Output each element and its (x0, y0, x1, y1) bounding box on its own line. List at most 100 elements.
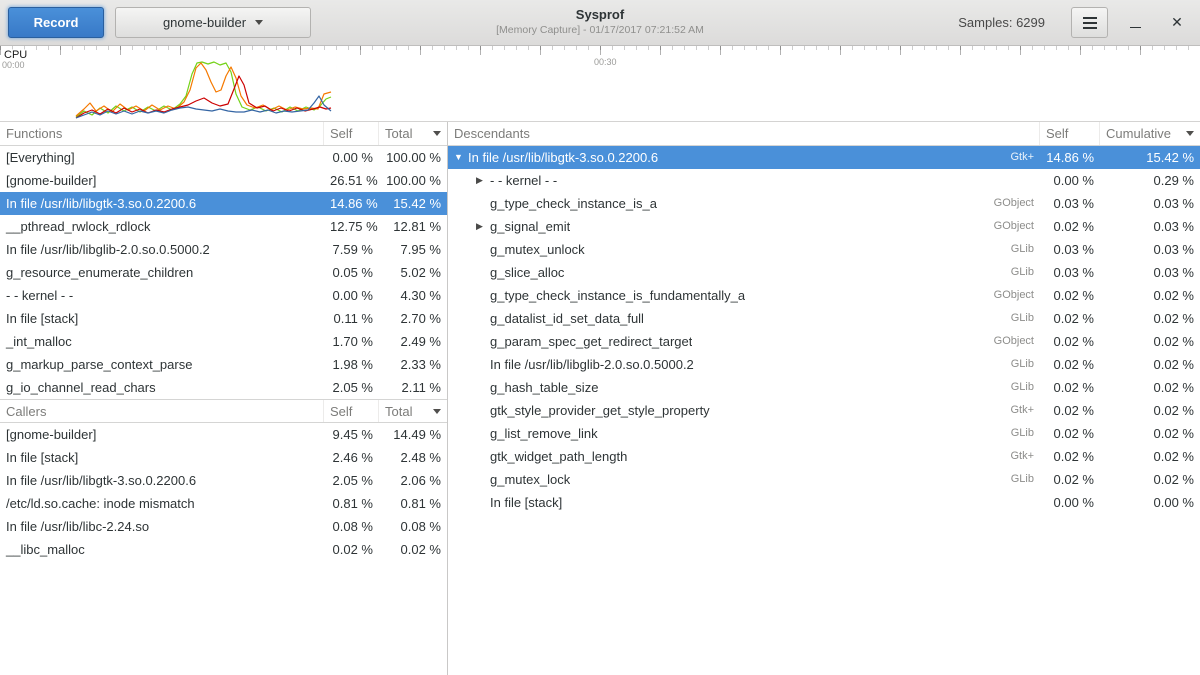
table-row[interactable]: gtk_style_provider_get_style_propertyGtk… (448, 399, 1200, 422)
table-row[interactable]: ▶g_signal_emitGObject0.02 %0.03 % (448, 215, 1200, 238)
table-row[interactable]: [Everything]0.00 %100.00 % (0, 146, 447, 169)
function-name-cell: In file /usr/lib/libglib-2.0.so.0.5000.2 (0, 238, 324, 261)
cumulative-percent-cell: 0.03 % (1100, 215, 1200, 238)
expander-closed-icon[interactable]: ▶ (476, 215, 490, 238)
library-badge: GObject (984, 284, 1034, 307)
function-name-cell: __libc_malloc (0, 538, 324, 561)
close-button[interactable]: ✕ (1162, 8, 1192, 38)
library-badge: GObject (984, 192, 1034, 215)
table-row[interactable]: g_type_check_instance_is_aGObject0.03 %0… (448, 192, 1200, 215)
descendant-name-cell: g_mutex_unlockGLib (448, 238, 1040, 261)
table-row[interactable]: g_datalist_id_set_data_fullGLib0.02 %0.0… (448, 307, 1200, 330)
self-percent-cell: 14.86 % (1040, 146, 1100, 169)
table-row[interactable]: In file /usr/lib/libglib-2.0.so.0.5000.2… (0, 238, 447, 261)
sort-indicator-icon (433, 409, 441, 414)
expander-closed-icon[interactable]: ▶ (476, 169, 490, 192)
descendant-name-label: In file [stack] (490, 491, 562, 514)
table-row[interactable]: g_mutex_unlockGLib0.03 %0.03 % (448, 238, 1200, 261)
descendant-name-cell: ▶g_signal_emitGObject (448, 215, 1040, 238)
descendant-name-label: g_datalist_id_set_data_full (490, 307, 644, 330)
window-title: Sysprof (496, 7, 704, 22)
table-row[interactable]: g_resource_enumerate_children0.05 %5.02 … (0, 261, 447, 284)
sort-indicator-icon (433, 131, 441, 136)
cpu-timeline[interactable]: CPU 00:00 00:30 (0, 46, 1200, 122)
cumulative-percent-cell: 15.42 % (1100, 146, 1200, 169)
table-row[interactable]: g_markup_parse_context_parse1.98 %2.33 % (0, 353, 447, 376)
descendant-name-cell: g_mutex_lockGLib (448, 468, 1040, 491)
descendant-name-label: g_hash_table_size (490, 376, 598, 399)
total-percent-cell: 100.00 % (379, 146, 447, 169)
cpu-series-cpu-green (76, 62, 331, 117)
table-row[interactable]: In file /usr/lib/libgtk-3.so.0.2200.614.… (0, 192, 447, 215)
self-percent-cell: 1.70 % (324, 330, 379, 353)
cumulative-percent-cell: 0.03 % (1100, 192, 1200, 215)
descendants-table-header: Descendants Self Cumulative (448, 122, 1200, 146)
column-header-descendants[interactable]: Descendants (448, 122, 1040, 145)
self-percent-cell: 0.00 % (324, 284, 379, 307)
function-name-cell: In file /usr/lib/libgtk-3.so.0.2200.6 (0, 192, 324, 215)
table-row[interactable]: g_type_check_instance_is_fundamentally_a… (448, 284, 1200, 307)
column-header-functions[interactable]: Functions (0, 122, 324, 145)
total-percent-cell: 4.30 % (379, 284, 447, 307)
descendant-name-label: g_slice_alloc (490, 261, 564, 284)
column-header-total[interactable]: Total (379, 400, 447, 422)
column-header-callers[interactable]: Callers (0, 400, 324, 422)
self-percent-cell: 0.03 % (1040, 192, 1100, 215)
self-percent-cell: 0.02 % (1040, 468, 1100, 491)
table-row[interactable]: [gnome-builder]26.51 %100.00 % (0, 169, 447, 192)
descendant-name-cell: ▶- - kernel - - (448, 169, 1040, 192)
table-row[interactable]: - - kernel - -0.00 %4.30 % (0, 284, 447, 307)
library-badge: Gtk+ (1000, 399, 1034, 422)
left-pane-empty-space (0, 561, 447, 675)
table-row[interactable]: In file /usr/lib/libc-2.24.so0.08 %0.08 … (0, 515, 447, 538)
table-row[interactable]: g_hash_table_sizeGLib0.02 %0.02 % (448, 376, 1200, 399)
table-row[interactable]: In file [stack]2.46 %2.48 % (0, 446, 447, 469)
table-row[interactable]: ▶- - kernel - -0.00 %0.29 % (448, 169, 1200, 192)
table-row[interactable]: g_mutex_lockGLib0.02 %0.02 % (448, 468, 1200, 491)
table-row[interactable]: __libc_malloc0.02 %0.02 % (0, 538, 447, 561)
table-row[interactable]: g_slice_allocGLib0.03 %0.03 % (448, 261, 1200, 284)
library-badge: GLib (1001, 307, 1034, 330)
column-header-self[interactable]: Self (324, 122, 379, 145)
table-row[interactable]: In file [stack]0.00 %0.00 % (448, 491, 1200, 514)
expander-open-icon[interactable]: ▼ (454, 146, 468, 169)
table-row[interactable]: [gnome-builder]9.45 %14.49 % (0, 423, 447, 446)
descendants-empty-space (448, 514, 1200, 675)
total-percent-cell: 100.00 % (379, 169, 447, 192)
record-button[interactable]: Record (8, 7, 104, 38)
function-name-cell: In file /usr/lib/libc-2.24.so (0, 515, 324, 538)
time-label-mid: 00:30 (594, 57, 617, 67)
column-header-self[interactable]: Self (324, 400, 379, 422)
column-header-self[interactable]: Self (1040, 122, 1100, 145)
library-badge: GLib (1001, 353, 1034, 376)
table-row[interactable]: __pthread_rwlock_rdlock12.75 %12.81 % (0, 215, 447, 238)
table-row[interactable]: In file /usr/lib/libgtk-3.so.0.2200.62.0… (0, 469, 447, 492)
table-row[interactable]: gtk_widget_path_lengthGtk+0.02 %0.02 % (448, 445, 1200, 468)
menu-button[interactable] (1071, 7, 1108, 38)
self-percent-cell: 2.05 % (324, 376, 379, 399)
cumulative-percent-cell: 0.29 % (1100, 169, 1200, 192)
self-percent-cell: 12.75 % (324, 215, 379, 238)
column-header-total[interactable]: Total (379, 122, 447, 145)
cumulative-percent-cell: 0.02 % (1100, 353, 1200, 376)
table-row[interactable]: g_list_remove_linkGLib0.02 %0.02 % (448, 422, 1200, 445)
minimize-button[interactable] (1120, 8, 1150, 38)
table-row[interactable]: _int_malloc1.70 %2.49 % (0, 330, 447, 353)
library-badge: GLib (1001, 376, 1034, 399)
table-row[interactable]: /etc/ld.so.cache: inode mismatch0.81 %0.… (0, 492, 447, 515)
self-percent-cell: 0.02 % (1040, 353, 1100, 376)
table-row[interactable]: In file /usr/lib/libglib-2.0.so.0.5000.2… (448, 353, 1200, 376)
table-row[interactable]: g_param_spec_get_redirect_targetGObject0… (448, 330, 1200, 353)
column-header-cumulative[interactable]: Cumulative (1100, 122, 1200, 145)
table-row[interactable]: g_io_channel_read_chars2.05 %2.11 % (0, 376, 447, 399)
table-row[interactable]: In file [stack]0.11 %2.70 % (0, 307, 447, 330)
column-header-total-label: Total (385, 122, 412, 145)
table-row[interactable]: ▼In file /usr/lib/libgtk-3.so.0.2200.6Gt… (448, 146, 1200, 169)
total-percent-cell: 5.02 % (379, 261, 447, 284)
chevron-down-icon (255, 20, 263, 25)
process-selector-dropdown[interactable]: gnome-builder (115, 7, 311, 38)
main-area: Functions Self Total [Everything]0.00 %1… (0, 122, 1200, 675)
total-percent-cell: 2.11 % (379, 376, 447, 399)
descendant-name-label: - - kernel - - (490, 169, 557, 192)
library-badge: GLib (1001, 468, 1034, 491)
